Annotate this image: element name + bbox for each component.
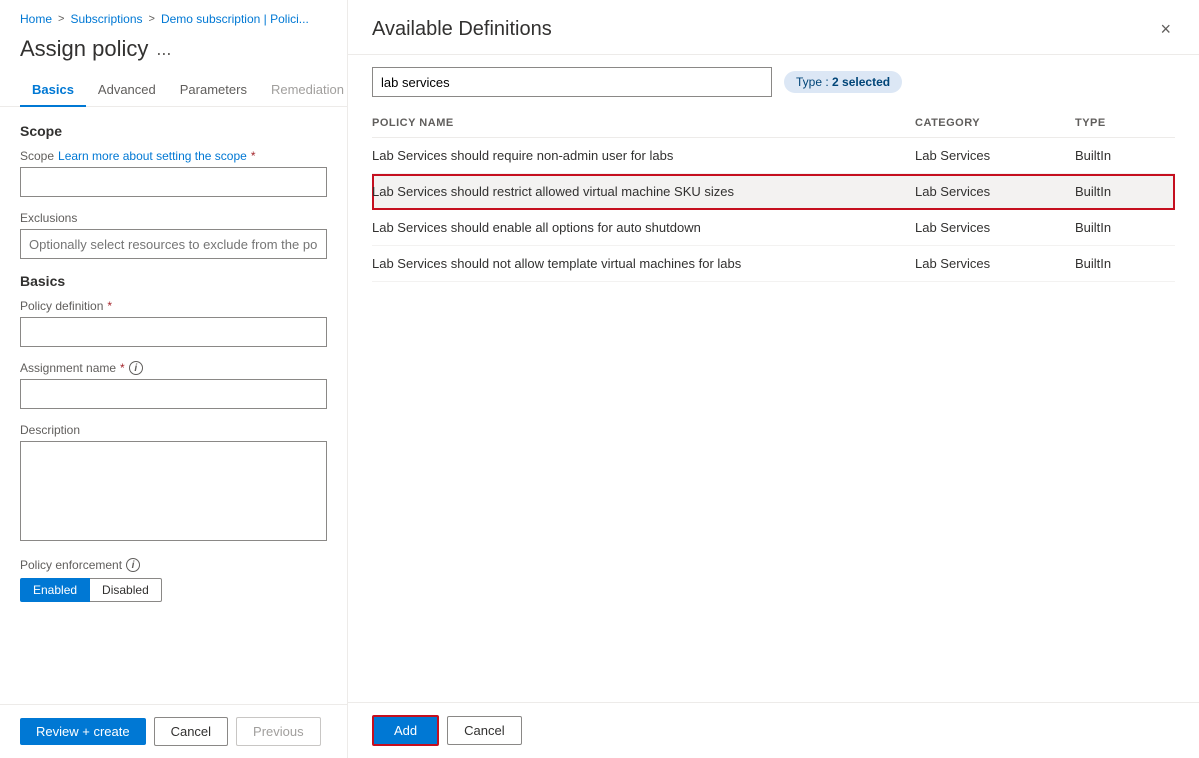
search-input[interactable] <box>372 67 772 97</box>
cancel-button-right[interactable]: Cancel <box>447 716 521 745</box>
search-input-wrap <box>372 67 772 97</box>
definitions-table: POLICY NAME CATEGORY TYPE Lab Services s… <box>372 109 1175 282</box>
col-category: CATEGORY <box>915 109 1075 138</box>
type-cell: BuiltIn <box>1075 138 1175 174</box>
tab-remediation[interactable]: Remediation <box>259 74 356 107</box>
definitions-table-container: POLICY NAME CATEGORY TYPE Lab Services s… <box>348 109 1199 702</box>
policy-enforcement-label: Policy enforcement i <box>20 558 327 572</box>
policy-enforcement-toggle: Enabled Disabled <box>20 578 327 602</box>
table-header-row: POLICY NAME CATEGORY TYPE <box>372 109 1175 138</box>
tabs-bar: Basics Advanced Parameters Remediation <box>0 74 347 107</box>
table-row[interactable]: Lab Services should enable all options f… <box>372 210 1175 246</box>
type-cell: BuiltIn <box>1075 246 1175 282</box>
breadcrumb-demo[interactable]: Demo subscription | Polici... <box>161 12 309 26</box>
exclusions-input[interactable] <box>20 229 327 259</box>
right-panel: Available Definitions × Type : 2 selecte… <box>348 0 1199 758</box>
ellipsis-menu[interactable]: ... <box>156 39 171 60</box>
description-textarea[interactable] <box>20 441 327 541</box>
category-cell: Lab Services <box>915 138 1075 174</box>
assignment-required: * <box>120 361 125 375</box>
category-cell: Lab Services <box>915 174 1075 210</box>
cancel-button-left[interactable]: Cancel <box>154 717 228 746</box>
breadcrumb-home[interactable]: Home <box>20 12 52 26</box>
toggle-disabled[interactable]: Disabled <box>90 578 162 602</box>
exclusions-label: Exclusions <box>20 211 327 225</box>
learn-more-scope[interactable]: Learn more about setting the scope <box>58 149 247 163</box>
policy-name-cell: Lab Services should restrict allowed vir… <box>372 174 915 210</box>
table-row[interactable]: Lab Services should not allow template v… <box>372 246 1175 282</box>
breadcrumb-sep1: > <box>58 13 64 25</box>
category-cell: Lab Services <box>915 210 1075 246</box>
breadcrumb-subscriptions[interactable]: Subscriptions <box>70 12 142 26</box>
policy-def-required: * <box>107 299 112 313</box>
description-group: Description <box>20 423 327 544</box>
assignment-name-group: Assignment name * i <box>20 361 327 409</box>
policy-enforcement-section: Policy enforcement i Enabled Disabled <box>20 558 327 602</box>
category-cell: Lab Services <box>915 246 1075 282</box>
review-create-button[interactable]: Review + create <box>20 718 146 745</box>
type-cell: BuiltIn <box>1075 210 1175 246</box>
table-row[interactable]: Lab Services should require non-admin us… <box>372 138 1175 174</box>
col-policy-name: POLICY NAME <box>372 109 915 138</box>
policy-name-cell: Lab Services should require non-admin us… <box>372 138 915 174</box>
policy-definition-input[interactable] <box>20 317 327 347</box>
policy-enforcement-info-icon[interactable]: i <box>126 558 140 572</box>
col-type: TYPE <box>1075 109 1175 138</box>
left-bottom-bar: Review + create Cancel Previous <box>0 704 347 758</box>
exclusions-field-group: Exclusions <box>20 211 327 259</box>
available-definitions-title: Available Definitions <box>372 18 552 41</box>
type-cell: BuiltIn <box>1075 174 1175 210</box>
type-badge-value: 2 selected <box>832 75 890 89</box>
left-panel: Home > Subscriptions > Demo subscription… <box>0 0 348 758</box>
basics-section-title: Basics <box>20 273 327 289</box>
toggle-enabled[interactable]: Enabled <box>20 578 90 602</box>
search-bar: Type : 2 selected <box>348 55 1199 109</box>
add-button[interactable]: Add <box>372 715 439 746</box>
right-header: Available Definitions × <box>348 0 1199 55</box>
assignment-name-label: Assignment name * i <box>20 361 327 375</box>
page-title: Assign policy ... <box>0 32 347 74</box>
right-bottom-bar: Add Cancel <box>348 702 1199 758</box>
left-content: Scope Scope Learn more about setting the… <box>0 107 347 704</box>
policy-definition-label: Policy definition * <box>20 299 327 313</box>
scope-input[interactable] <box>20 167 327 197</box>
policy-name-cell: Lab Services should not allow template v… <box>372 246 915 282</box>
type-badge-label: Type : <box>796 75 832 89</box>
assignment-name-input[interactable] <box>20 379 327 409</box>
breadcrumb: Home > Subscriptions > Demo subscription… <box>0 0 347 32</box>
assignment-name-info-icon[interactable]: i <box>129 361 143 375</box>
breadcrumb-sep2: > <box>149 13 155 25</box>
policy-name-cell: Lab Services should enable all options f… <box>372 210 915 246</box>
scope-required: * <box>251 149 256 163</box>
assign-policy-title: Assign policy <box>20 36 148 62</box>
table-row[interactable]: Lab Services should restrict allowed vir… <box>372 174 1175 210</box>
scope-label: Scope Learn more about setting the scope… <box>20 149 327 163</box>
scope-section-title: Scope <box>20 123 327 139</box>
tab-basics[interactable]: Basics <box>20 74 86 107</box>
policy-definition-group: Policy definition * <box>20 299 327 347</box>
type-filter-badge[interactable]: Type : 2 selected <box>784 71 902 93</box>
description-label: Description <box>20 423 327 437</box>
previous-button: Previous <box>236 717 321 746</box>
tab-advanced[interactable]: Advanced <box>86 74 168 107</box>
tab-parameters[interactable]: Parameters <box>168 74 259 107</box>
scope-field-group: Scope Learn more about setting the scope… <box>20 149 327 197</box>
close-button[interactable]: × <box>1156 16 1175 42</box>
